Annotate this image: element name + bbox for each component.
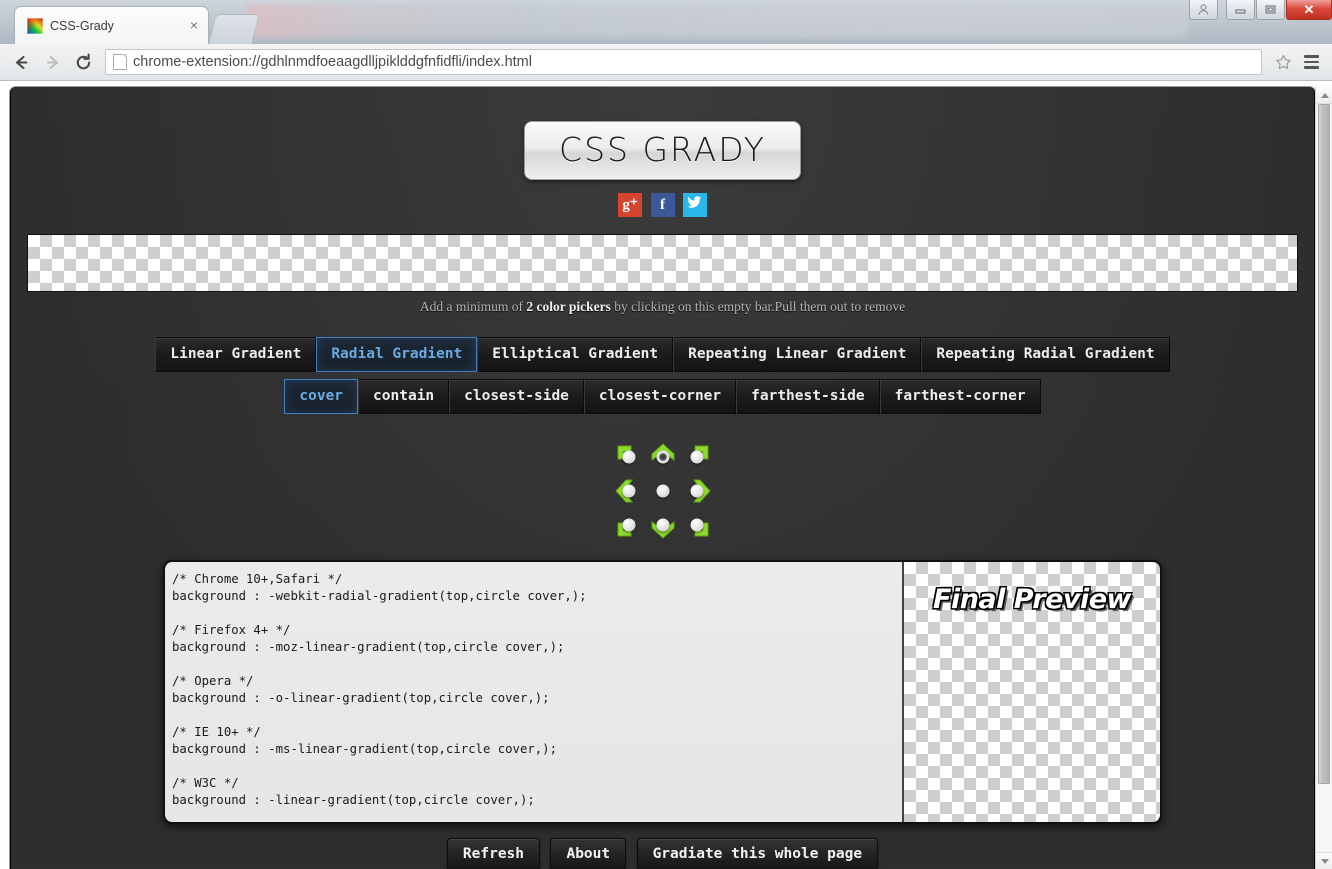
gradiate-page-button[interactable]: Gradiate this whole page <box>636 838 879 869</box>
direction-dot <box>656 518 669 532</box>
final-preview-label: Final Preview <box>933 584 1132 615</box>
action-buttons-row-1: Refresh About Gradiate this whole page <box>11 838 1314 869</box>
star-icon[interactable] <box>1272 51 1294 73</box>
scrollbar-thumb[interactable] <box>1318 104 1330 784</box>
direction-dot <box>656 484 669 498</box>
back-arrow-icon[interactable] <box>8 49 35 76</box>
refresh-button[interactable]: Refresh <box>446 838 541 869</box>
forward-arrow-icon[interactable] <box>39 49 66 76</box>
direction-top[interactable] <box>646 440 680 474</box>
favicon-icon <box>27 17 43 34</box>
direction-bottom-left[interactable] <box>612 508 646 542</box>
hint-after: by clicking on this empty bar.Pull them … <box>610 299 906 314</box>
tab-repeating-radial-gradient[interactable]: Repeating Radial Gradient <box>921 337 1170 372</box>
minimize-button[interactable] <box>1226 0 1255 20</box>
scroll-down-icon[interactable] <box>1316 852 1332 869</box>
hint-bold: 2 color pickers <box>526 299 611 314</box>
page-content: CSS GRADY g⁺ f Add a minimum of 2 color … <box>10 87 1315 869</box>
output-panel: /* Chrome 10+,Safari */ background : -we… <box>163 560 1162 824</box>
tabstrip-background-blur <box>245 4 1187 38</box>
browser-window: CSS-Grady × ✕ chrome-extension://gdhlnmd… <box>0 0 1332 869</box>
gradient-type-tabs: Linear Gradient Radial Gradient Elliptic… <box>11 337 1314 372</box>
browser-toolbar: chrome-extension://gdhlnmdfoeaagdlljpikl… <box>0 44 1332 81</box>
direction-dot <box>656 450 669 464</box>
scroll-up-icon[interactable] <box>1316 87 1332 104</box>
url-text: chrome-extension://gdhlnmdfoeaagdlljpikl… <box>133 54 532 70</box>
gradient-size-tabs: cover contain closest-side closest-corne… <box>11 379 1314 414</box>
direction-dot <box>622 518 635 532</box>
direction-top-right[interactable] <box>680 440 714 474</box>
direction-right[interactable] <box>680 474 714 508</box>
color-picker-bar[interactable] <box>27 234 1298 292</box>
google-plus-icon[interactable]: g⁺ <box>618 193 643 217</box>
logo-container: CSS GRADY <box>11 87 1314 180</box>
facebook-icon[interactable]: f <box>650 193 675 217</box>
reload-icon[interactable] <box>70 49 97 76</box>
page-viewport: CSS GRADY g⁺ f Add a minimum of 2 color … <box>0 81 1332 869</box>
hamburger-menu-icon[interactable] <box>1298 49 1324 75</box>
page-scrollbar[interactable] <box>1315 87 1332 869</box>
browser-tab[interactable]: CSS-Grady × <box>14 6 209 44</box>
close-icon[interactable]: × <box>186 17 202 34</box>
direction-dot <box>690 484 703 498</box>
css-grady-app: CSS GRADY g⁺ f Add a minimum of 2 color … <box>11 87 1314 869</box>
direction-bottom[interactable] <box>646 508 680 542</box>
subtab-farthest-corner[interactable]: farthest-corner <box>879 379 1041 414</box>
subtab-closest-corner[interactable]: closest-corner <box>583 379 737 414</box>
social-buttons: g⁺ f <box>11 193 1314 217</box>
direction-left[interactable] <box>612 474 646 508</box>
subtab-contain[interactable]: contain <box>358 379 450 414</box>
browser-tab-strip: CSS-Grady × ✕ <box>0 0 1332 44</box>
direction-dot <box>622 450 635 464</box>
direction-dot <box>690 518 703 532</box>
scrollbar-track[interactable] <box>1316 104 1332 852</box>
final-preview-panel[interactable]: Final Preview <box>904 562 1160 822</box>
hint-before: Add a minimum of <box>419 299 527 314</box>
tab-repeating-linear-gradient[interactable]: Repeating Linear Gradient <box>673 337 922 372</box>
user-account-icon[interactable] <box>1189 0 1218 20</box>
subtab-closest-side[interactable]: closest-side <box>449 379 584 414</box>
about-button[interactable]: About <box>550 838 627 869</box>
direction-bottom-right[interactable] <box>680 508 714 542</box>
window-controls: ✕ <box>1181 0 1332 22</box>
maximize-button[interactable] <box>1256 0 1285 20</box>
tab-linear-gradient[interactable]: Linear Gradient <box>155 337 317 372</box>
page-title: CSS GRADY <box>524 121 801 180</box>
direction-picker <box>612 440 714 542</box>
tab-elliptical-gradient[interactable]: Elliptical Gradient <box>477 337 674 372</box>
direction-dot <box>690 450 703 464</box>
new-tab-button[interactable] <box>208 14 260 44</box>
address-bar[interactable]: chrome-extension://gdhlnmdfoeaagdlljpikl… <box>105 49 1262 75</box>
twitter-icon[interactable] <box>682 193 707 217</box>
tab-radial-gradient[interactable]: Radial Gradient <box>316 337 478 372</box>
subtab-cover[interactable]: cover <box>284 379 359 414</box>
page-document-icon <box>113 54 127 70</box>
css-code-output[interactable]: /* Chrome 10+,Safari */ background : -we… <box>165 562 904 822</box>
close-window-button[interactable]: ✕ <box>1286 0 1332 20</box>
direction-top-left[interactable] <box>612 440 646 474</box>
direction-center[interactable] <box>646 474 680 508</box>
subtab-farthest-side[interactable]: farthest-side <box>736 379 880 414</box>
color-picker-hint: Add a minimum of 2 color pickers by clic… <box>11 299 1314 315</box>
tab-title: CSS-Grady <box>50 18 114 33</box>
direction-dot <box>622 484 635 498</box>
